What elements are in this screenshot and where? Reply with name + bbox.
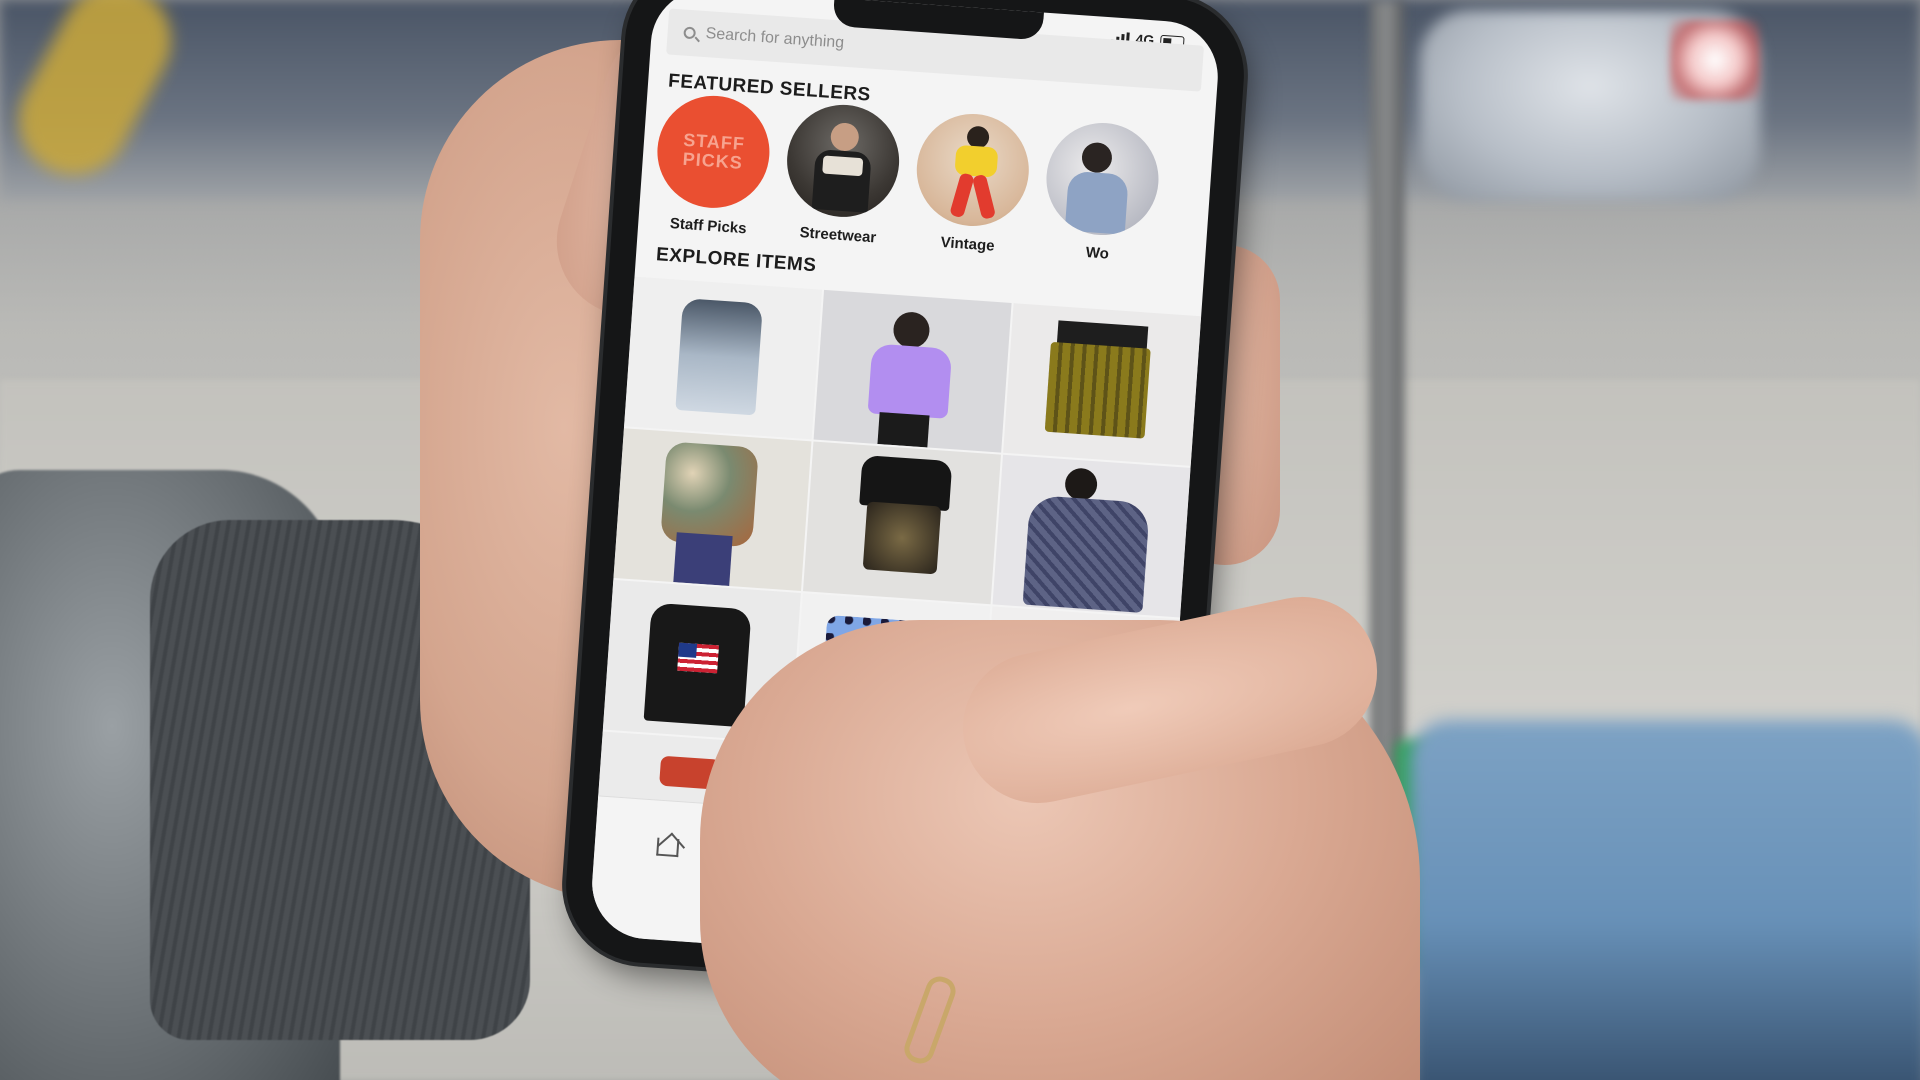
seller-avatar — [783, 101, 903, 221]
home-icon — [655, 837, 680, 858]
seller-label: Streetwear — [799, 224, 877, 247]
item-tile[interactable] — [802, 441, 1002, 605]
tab-home[interactable] — [647, 822, 690, 865]
explore-items-title: EXPLORE ITEMS — [655, 244, 818, 277]
item-tile[interactable] — [992, 454, 1191, 618]
featured-sellers-list: STAFF PICKS Staff Picks Streetwear Vinta… — [652, 92, 1220, 271]
seller-label: Vintage — [940, 233, 996, 255]
seller-label: Wo — [1085, 244, 1110, 263]
background-pole — [1370, 0, 1404, 830]
background-blue-car — [1410, 720, 1920, 1080]
search-placeholder: Search for anything — [705, 25, 845, 52]
seller-avatar — [1042, 119, 1163, 239]
seller-vintage[interactable]: Vintage — [911, 110, 1033, 257]
seller-avatar — [913, 110, 1033, 230]
item-tile[interactable] — [624, 276, 823, 440]
seller-wo[interactable]: Wo — [1041, 119, 1163, 266]
item-tile[interactable] — [1003, 303, 1202, 466]
staff-picks-badge-text: STAFF PICKS — [682, 129, 746, 173]
background-car-light — [1670, 20, 1760, 100]
staff-picks-badge: STAFF PICKS — [653, 92, 774, 212]
item-tile[interactable] — [813, 289, 1012, 453]
search-icon — [683, 26, 697, 40]
seller-streetwear[interactable]: Streetwear — [781, 101, 903, 248]
item-tile[interactable] — [613, 428, 812, 592]
seller-staff-picks[interactable]: STAFF PICKS Staff Picks — [652, 92, 774, 239]
seller-label: Staff Picks — [669, 215, 748, 238]
